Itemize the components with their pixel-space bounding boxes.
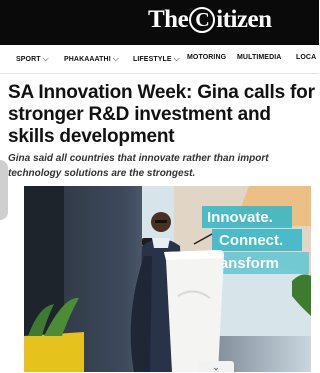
logo-text-end: itizen [216, 6, 271, 33]
site-logo[interactable]: TheCitizen [148, 6, 272, 34]
article-headline: SA Innovation Week: Gina calls for stron… [8, 82, 316, 148]
nav-item-phakaaathi[interactable]: PHAKAAATHI⌵ [64, 54, 119, 64]
article-hero-image[interactable]: Innovate. Connect. ransform [24, 186, 311, 372]
article-standfirst: Gina said all countries that innovate ra… [8, 151, 308, 181]
chevron-down-icon: ⌵ [113, 54, 119, 63]
logo-circle-letter: C [189, 7, 215, 33]
nav-label: LIFESTYLE [133, 56, 172, 63]
logo-text-start: The [148, 6, 188, 33]
hero-photo: Innovate. Connect. ransform [24, 186, 311, 372]
nav-label: SPORT [16, 56, 41, 63]
chevron-down-icon: ⌵ [174, 54, 180, 63]
chevron-down-icon: ⌄ [212, 362, 220, 372]
section-nav: ‹ SPORT⌵ PHAKAAATHI⌵ LIFESTYLE⌵ MOTORING… [0, 45, 319, 74]
nav-item-motoring[interactable]: MOTORING [187, 54, 226, 61]
nav-item-local[interactable]: LOCA [296, 54, 316, 61]
expand-button[interactable]: ⌄ [198, 361, 234, 372]
banner-word-connect: Connect. [219, 232, 283, 249]
site-header: TheCitizen [0, 0, 319, 45]
banner-word-innovate: Innovate. [207, 209, 273, 226]
nav-item-multimedia[interactable]: MULTIMEDIA [237, 54, 281, 61]
nav-item-lifestyle[interactable]: LIFESTYLE⌵ [133, 54, 180, 64]
nav-item-sport[interactable]: SPORT⌵ [16, 54, 49, 64]
nav-label: PHAKAAATHI [64, 56, 111, 63]
side-panel-edge[interactable] [0, 160, 8, 220]
chevron-down-icon: ⌵ [43, 54, 49, 63]
